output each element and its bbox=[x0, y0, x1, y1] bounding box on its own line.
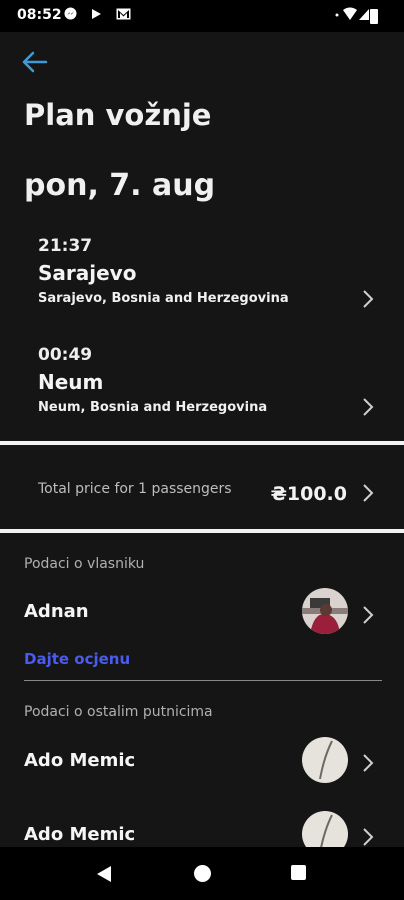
notification-icons bbox=[64, 7, 141, 23]
price-label: Total price for 1 passengers bbox=[38, 481, 232, 497]
chevron-right-icon[interactable] bbox=[361, 752, 375, 774]
system-icons bbox=[334, 6, 372, 26]
passenger-name[interactable]: Ado Memic bbox=[24, 750, 135, 771]
divider bbox=[0, 441, 404, 445]
system-navigation-bar bbox=[0, 847, 404, 900]
arrival-address: Neum, Bosnia and Herzegovina bbox=[38, 400, 268, 415]
play-store-icon bbox=[91, 9, 106, 23]
arrival-time: 00:49 bbox=[38, 345, 93, 365]
owner-avatar[interactable] bbox=[302, 588, 348, 634]
route-stop-departure[interactable]: 21:37 Sarajevo Sarajevo, Bosnia and Herz… bbox=[38, 236, 378, 306]
chevron-right-icon[interactable] bbox=[361, 482, 375, 504]
owner-name[interactable]: Adnan bbox=[24, 601, 89, 622]
chevron-right-icon[interactable] bbox=[361, 288, 375, 310]
divider bbox=[24, 680, 382, 681]
departure-address: Sarajevo, Bosnia and Herzegovina bbox=[38, 291, 289, 306]
chevron-right-icon[interactable] bbox=[361, 604, 375, 626]
arrival-city: Neum bbox=[38, 370, 104, 394]
nav-recents-icon[interactable] bbox=[291, 865, 306, 880]
status-bar: 08:52 bbox=[0, 0, 404, 32]
chevron-right-icon[interactable] bbox=[361, 396, 375, 418]
owner-section-label: Podaci o vlasniku bbox=[24, 556, 145, 572]
passenger-avatar[interactable] bbox=[302, 737, 348, 783]
page-title: Plan vožnje bbox=[24, 98, 212, 132]
wifi-signal-icon bbox=[335, 7, 369, 20]
battery-icon bbox=[370, 9, 378, 24]
status-time: 08:52 bbox=[17, 7, 62, 23]
passenger-name[interactable]: Ado Memic bbox=[24, 824, 135, 845]
back-arrow-icon[interactable] bbox=[18, 46, 52, 78]
rate-owner-link[interactable]: Dajte ocjenu bbox=[24, 650, 130, 668]
price-value: ₴100.0 bbox=[270, 483, 347, 505]
chevron-right-icon[interactable] bbox=[361, 826, 375, 848]
departure-time: 21:37 bbox=[38, 236, 93, 256]
passengers-section-label: Podaci o ostalim putnicima bbox=[24, 704, 213, 720]
messenger-icon bbox=[64, 7, 81, 23]
divider bbox=[0, 529, 404, 533]
gmail-icon bbox=[116, 8, 131, 23]
nav-home-icon[interactable] bbox=[194, 865, 211, 882]
nav-back-icon[interactable] bbox=[96, 865, 112, 883]
departure-city: Sarajevo bbox=[38, 261, 137, 285]
trip-date: pon, 7. aug bbox=[24, 168, 216, 203]
route-stop-arrival[interactable]: 00:49 Neum Neum, Bosnia and Herzegovina bbox=[38, 345, 378, 415]
